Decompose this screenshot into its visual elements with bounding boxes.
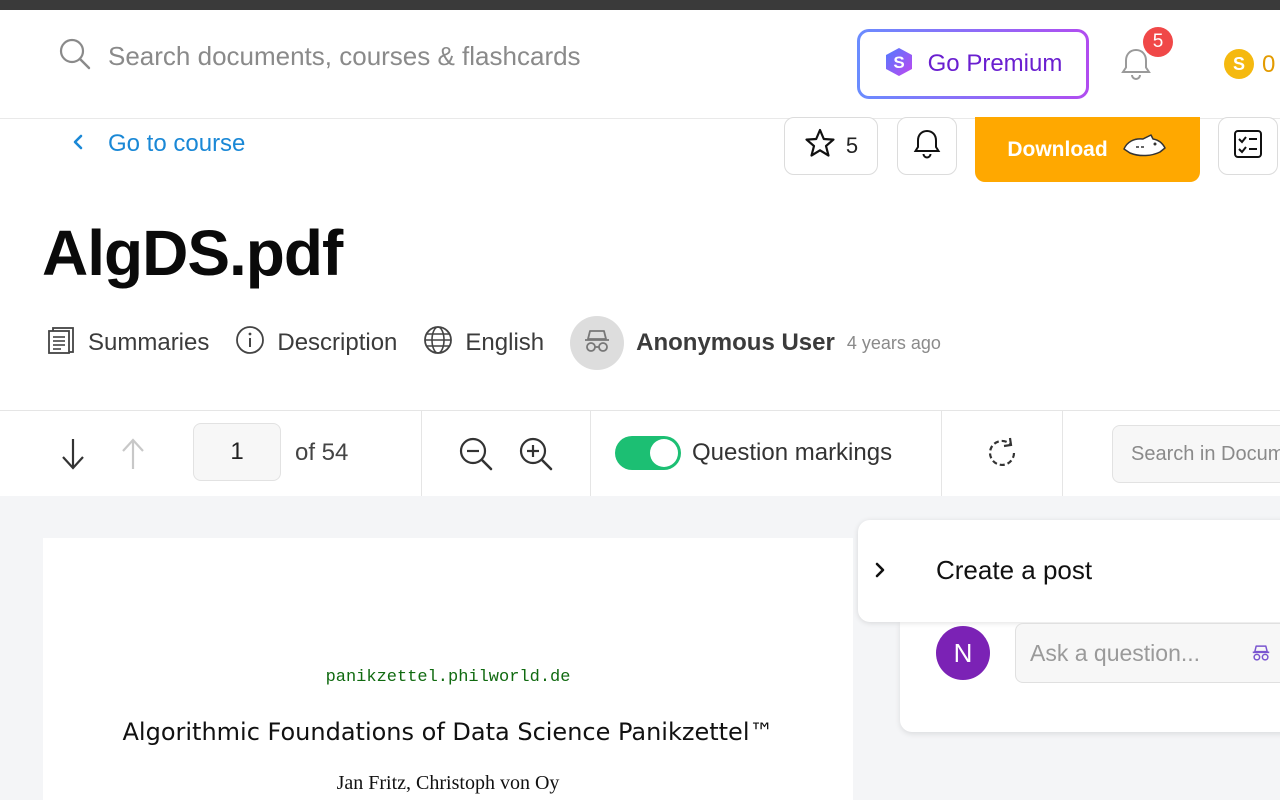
star-icon <box>804 127 836 165</box>
search-icon <box>58 37 92 76</box>
checklist-icon <box>1232 128 1264 165</box>
author-avatar[interactable] <box>570 316 625 370</box>
flying-cloud-icon <box>1120 132 1168 168</box>
chevron-left-icon <box>68 132 88 157</box>
ask-question-input[interactable] <box>1015 623 1280 683</box>
go-to-course-label: Go to course <box>108 130 246 157</box>
toolbar-divider <box>421 411 422 496</box>
toggle-knob <box>650 439 678 467</box>
author-name[interactable]: Anonymous User <box>636 329 835 357</box>
question-markings-label: Question markings <box>692 439 893 466</box>
globe-icon <box>423 325 453 362</box>
zoom-out-icon[interactable] <box>458 436 494 477</box>
viewer-toolbar: 1 of 54 Question markings <box>0 410 1280 497</box>
create-post-title: Create a post <box>936 555 1093 585</box>
document-icon <box>46 325 76 362</box>
toolbar-divider <box>590 411 591 496</box>
coin-icon: S <box>1224 49 1254 79</box>
toolbar-divider <box>941 411 942 496</box>
meta-language: English <box>423 325 544 362</box>
premium-label: Go Premium <box>927 50 1063 77</box>
window-top-strip <box>0 0 1280 10</box>
anonymous-post-icon[interactable] <box>1250 642 1272 669</box>
toolbar-divider <box>1062 411 1063 496</box>
document-search-input[interactable] <box>1112 425 1280 483</box>
arrow-down-icon[interactable] <box>60 437 86 476</box>
rate-button[interactable]: 5 <box>784 117 878 175</box>
rotate-icon[interactable] <box>984 435 1020 476</box>
pdf-page: panikzettel.philworld.de Algorithmic Fou… <box>43 538 853 800</box>
meta-category[interactable]: Summaries <box>46 325 209 362</box>
global-search[interactable] <box>58 36 778 76</box>
go-to-course-link[interactable]: Go to course <box>68 130 245 158</box>
upload-time: 4 years ago <box>846 332 941 353</box>
user-avatar[interactable]: N <box>936 626 990 680</box>
svg-text:S: S <box>893 53 904 72</box>
page-total: of 54 <box>295 439 349 466</box>
notification-badge: 5 <box>1143 27 1173 57</box>
category-label: Summaries <box>88 329 210 356</box>
question-markings-toggle[interactable] <box>615 436 681 470</box>
download-button[interactable]: Download <box>975 117 1200 182</box>
premium-logo-icon: S <box>884 47 914 82</box>
page-number-input[interactable]: 1 <box>193 423 281 481</box>
rating-count: 5 <box>845 133 859 158</box>
incognito-icon <box>581 325 613 362</box>
checklist-button[interactable] <box>1218 117 1278 175</box>
chevron-right-icon[interactable] <box>870 558 890 587</box>
meta-description[interactable]: Description <box>235 325 397 362</box>
pdf-title-text: Algorithmic Foundations of Data Science … <box>122 718 774 746</box>
description-label: Description <box>277 329 398 356</box>
pdf-authors-text: Jan Fritz, Christoph von Oy <box>336 772 560 794</box>
zoom-in-icon[interactable] <box>518 436 554 477</box>
document-meta: Summaries Description English Anonymous … <box>46 316 941 370</box>
go-premium-button[interactable]: S Go Premium <box>857 29 1089 99</box>
search-input[interactable] <box>106 39 730 73</box>
bell-icon <box>911 128 943 165</box>
coin-count: 0 <box>1262 51 1276 78</box>
follow-document-button[interactable] <box>897 117 957 175</box>
document-title: AlgDS.pdf <box>42 217 343 289</box>
arrow-up-icon[interactable] <box>120 437 146 476</box>
pdf-url-text[interactable]: panikzettel.philworld.de <box>43 668 853 687</box>
language-label: English <box>465 329 545 356</box>
download-label: Download <box>1007 137 1108 161</box>
info-icon <box>235 325 265 362</box>
